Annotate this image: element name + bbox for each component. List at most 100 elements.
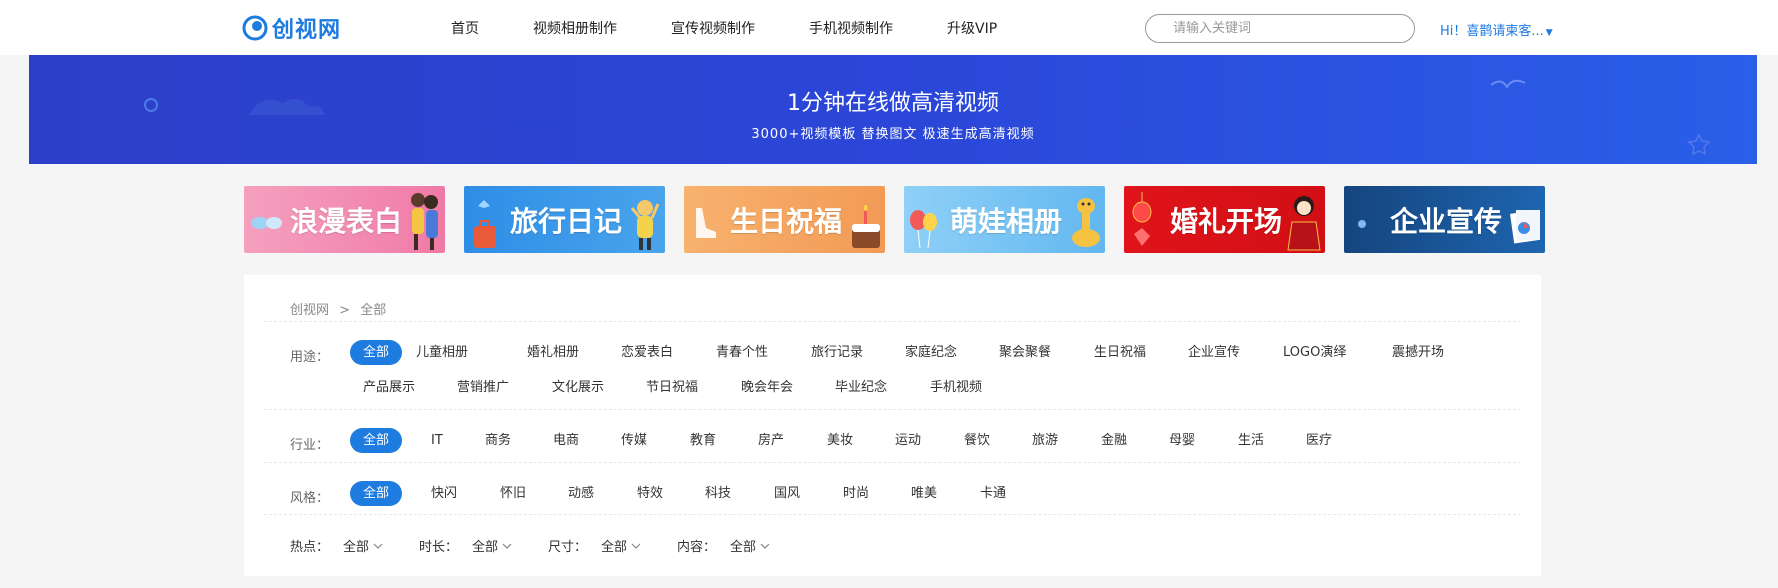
usage-tag[interactable]: 震撼开场 [1392,340,1444,365]
industry-tag[interactable]: 生活 [1238,428,1264,453]
lantern-icon [1132,192,1152,246]
breadcrumb-home-link[interactable]: 创视网 [290,303,329,318]
bride-icon [1287,196,1321,251]
divider [264,409,1521,410]
industry-tag[interactable]: 旅游 [1032,428,1058,453]
usage-tag[interactable]: 儿童相册 [416,340,468,365]
industry-label: 行业： [290,438,330,453]
chevron-down-icon [373,543,383,549]
chevron-down-icon [760,543,770,549]
hot-dropdown[interactable]: 全部 [343,536,383,555]
usage-tag[interactable]: 婚礼相册 [527,340,579,365]
couple-icon [411,193,438,250]
hero-banner: 1分钟在线做高清视频 3000+视频模板 替换图文 极速生成高清视频 [29,55,1757,164]
nav-mobile-video[interactable]: 手机视频制作 [809,18,893,38]
breadcrumb-current: 全部 [360,303,387,318]
nav-promo-video[interactable]: 宣传视频制作 [671,18,755,38]
search-input[interactable] [1146,15,1414,42]
usage-tag[interactable]: 产品展示 [363,375,415,400]
duration-value: 全部 [472,540,499,555]
size-dropdown[interactable]: 全部 [601,536,641,555]
size-label: 尺寸： [548,540,588,555]
card-label: 生日祝福 [730,205,843,238]
industry-tag[interactable]: 电商 [553,428,579,453]
card-cute-baby-album[interactable]: 萌娃相册 [904,186,1105,253]
search-box [1145,14,1415,43]
usage-tag[interactable]: 节日祝福 [646,375,698,400]
style-tag-all[interactable]: 全部 [350,481,402,506]
industry-tag[interactable]: 母婴 [1169,428,1195,453]
usage-tag[interactable]: LOGO演绎 [1283,340,1346,365]
card-romantic-confession[interactable]: 浪漫表白 [244,186,445,253]
butterfly-icon [251,217,282,229]
style-tag[interactable]: 国风 [774,481,800,506]
card-birthday-wishes[interactable]: 生日祝福 [684,186,885,253]
card-wedding-opening[interactable]: 婚礼开场 [1124,186,1325,253]
suitcase-icon [474,200,496,248]
balloon-icon [910,210,937,249]
card-label: 萌娃相册 [950,205,1063,238]
usage-tag[interactable]: 家庭纪念 [905,340,957,365]
industry-tag[interactable]: 餐饮 [964,428,990,453]
style-tag[interactable]: 快闪 [431,481,457,506]
usage-tag[interactable]: 晚会年会 [741,375,793,400]
usage-tag[interactable]: 营销推广 [457,375,509,400]
usage-tag[interactable]: 恋爱表白 [621,340,673,365]
industry-tag[interactable]: 房产 [758,428,784,453]
content-label: 内容： [677,540,717,555]
industry-tag-all[interactable]: 全部 [350,428,402,453]
banner-title: 1分钟在线做高清视频 [787,91,999,116]
usage-tag-all[interactable]: 全部 [350,340,402,365]
dot-decoration-icon [1358,220,1366,228]
card-label: 婚礼开场 [1170,205,1283,238]
style-label: 风格： [290,491,330,506]
industry-tag[interactable]: 医疗 [1306,428,1332,453]
card-travel-diary[interactable]: 旅行日记 [464,186,665,253]
banner-subtitle: 3000+视频模板 替换图文 极速生成高清视频 [751,127,1035,142]
style-tag[interactable]: 动感 [568,481,594,506]
industry-tag[interactable]: 美妆 [827,428,853,453]
style-tag[interactable]: 怀旧 [500,481,526,506]
divider [264,462,1521,463]
usage-tag[interactable]: 聚会聚餐 [999,340,1051,365]
usage-tag[interactable]: 生日祝福 [1094,340,1146,365]
style-tag[interactable]: 科技 [705,481,731,506]
hot-label: 热点： [290,540,330,555]
content-value: 全部 [730,540,757,555]
industry-tag[interactable]: 教育 [690,428,716,453]
usage-tag[interactable]: 毕业纪念 [835,375,887,400]
nav-upgrade-vip[interactable]: 升级VIP [947,18,997,38]
breadcrumb: 创视网 > 全部 [290,299,386,318]
usage-tag[interactable]: 青春个性 [716,340,768,365]
nav-home[interactable]: 首页 [451,18,479,38]
industry-tag[interactable]: 金融 [1101,428,1127,453]
size-value: 全部 [601,540,628,555]
usage-tag[interactable]: 旅行记录 [811,340,863,365]
usage-tag[interactable]: 文化展示 [552,375,604,400]
usage-label: 用途： [290,350,330,365]
card-label: 浪漫表白 [290,205,403,238]
logo-icon [242,15,268,41]
industry-tag[interactable]: 运动 [895,428,921,453]
duration-dropdown[interactable]: 全部 [472,536,512,555]
user-menu[interactable]: Hi！喜鹊请柬客... ▼ [1440,20,1553,39]
card-enterprise-promo[interactable]: 企业宣传 [1344,186,1545,253]
filter-panel: 创视网 > 全部 用途： 全部 儿童相册 婚礼相册 恋爱表白 青春个性 旅行记录… [244,275,1541,576]
chevron-down-icon [502,543,512,549]
site-logo[interactable]: 创视网 [242,12,341,44]
usage-tag[interactable]: 手机视频 [930,375,982,400]
style-tag[interactable]: 唯美 [911,481,937,506]
industry-tag[interactable]: IT [431,428,443,453]
industry-tag[interactable]: 商务 [485,428,511,453]
nav-video-album[interactable]: 视频相册制作 [533,18,617,38]
user-greeting: Hi！喜鹊请柬客... [1440,24,1544,39]
style-tag[interactable]: 特效 [637,481,663,506]
content-dropdown[interactable]: 全部 [730,536,770,555]
usage-tag[interactable]: 企业宣传 [1188,340,1240,365]
breadcrumb-separator: > [339,303,351,318]
style-tag[interactable]: 卡通 [980,481,1006,506]
logo-text: 创视网 [272,18,342,43]
industry-tag[interactable]: 传媒 [621,428,647,453]
documents-icon [1510,210,1540,244]
style-tag[interactable]: 时尚 [843,481,869,506]
